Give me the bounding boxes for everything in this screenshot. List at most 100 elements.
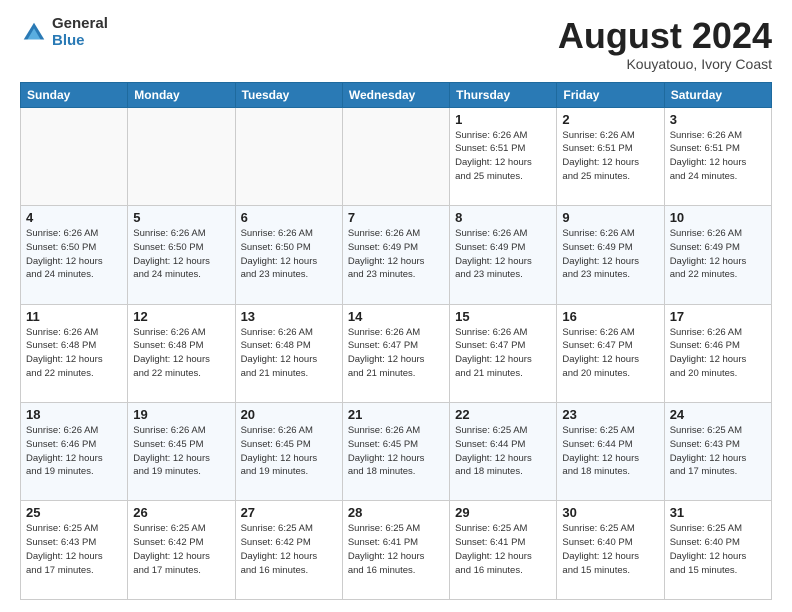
calendar-cell: 18 Sunrise: 6:26 AM Sunset: 6:46 PM Dayli… — [21, 403, 128, 501]
day-info: Sunrise: 6:25 AM Sunset: 6:40 PM Dayligh… — [670, 522, 766, 577]
calendar-cell: 10 Sunrise: 6:26 AM Sunset: 6:49 PM Dayli… — [664, 206, 771, 304]
day-number: 3 — [670, 112, 766, 127]
calendar-cell: 11Sunrise: 6:26 AM Sunset: 6:48 PM Dayli… — [21, 304, 128, 402]
day-number: 26 — [133, 505, 229, 520]
day-info: Sunrise: 6:25 AM Sunset: 6:44 PM Dayligh… — [562, 424, 658, 479]
day-info: Sunrise: 6:25 AM Sunset: 6:41 PM Dayligh… — [455, 522, 551, 577]
day-number: 1 — [455, 112, 551, 127]
day-info: Sunrise: 6:26 AM Sunset: 6:51 PM Dayligh… — [455, 129, 551, 184]
day-number: 18 — [26, 407, 122, 422]
day-number: 9 — [562, 210, 658, 225]
col-thursday: Thursday — [450, 82, 557, 107]
calendar-cell: 13Sunrise: 6:26 AM Sunset: 6:48 PM Dayli… — [235, 304, 342, 402]
day-info: Sunrise: 6:26 AM Sunset: 6:47 PM Dayligh… — [348, 326, 444, 381]
day-number: 25 — [26, 505, 122, 520]
calendar-cell: 14 Sunrise: 6:26 AM Sunset: 6:47 PM Dayli… — [342, 304, 449, 402]
logo-general: General — [52, 16, 108, 33]
day-number: 12 — [133, 309, 229, 324]
calendar-cell: 4 Sunrise: 6:26 AM Sunset: 6:50 PM Daylig… — [21, 206, 128, 304]
day-info: Sunrise: 6:26 AM Sunset: 6:45 PM Dayligh… — [133, 424, 229, 479]
col-wednesday: Wednesday — [342, 82, 449, 107]
day-info: Sunrise: 6:25 AM Sunset: 6:42 PM Dayligh… — [241, 522, 337, 577]
day-number: 6 — [241, 210, 337, 225]
calendar-week-2: 4 Sunrise: 6:26 AM Sunset: 6:50 PM Daylig… — [21, 206, 772, 304]
day-info: Sunrise: 6:26 AM Sunset: 6:49 PM Dayligh… — [670, 227, 766, 282]
day-info: Sunrise: 6:26 AM Sunset: 6:50 PM Dayligh… — [26, 227, 122, 282]
day-number: 16 — [562, 309, 658, 324]
day-info: Sunrise: 6:26 AM Sunset: 6:46 PM Dayligh… — [26, 424, 122, 479]
day-number: 31 — [670, 505, 766, 520]
calendar-cell: 16 Sunrise: 6:26 AM Sunset: 6:47 PM Dayli… — [557, 304, 664, 402]
calendar-cell: 19 Sunrise: 6:26 AM Sunset: 6:45 PM Dayli… — [128, 403, 235, 501]
day-number: 19 — [133, 407, 229, 422]
logo-blue: Blue — [52, 33, 108, 50]
day-info: Sunrise: 6:26 AM Sunset: 6:47 PM Dayligh… — [562, 326, 658, 381]
day-info: Sunrise: 6:25 AM Sunset: 6:40 PM Dayligh… — [562, 522, 658, 577]
day-number: 21 — [348, 407, 444, 422]
day-info: Sunrise: 6:26 AM Sunset: 6:45 PM Dayligh… — [348, 424, 444, 479]
calendar-cell: 25Sunrise: 6:25 AM Sunset: 6:43 PM Dayli… — [21, 501, 128, 600]
day-info: Sunrise: 6:26 AM Sunset: 6:50 PM Dayligh… — [133, 227, 229, 282]
day-info: Sunrise: 6:25 AM Sunset: 6:41 PM Dayligh… — [348, 522, 444, 577]
day-number: 8 — [455, 210, 551, 225]
day-info: Sunrise: 6:26 AM Sunset: 6:51 PM Dayligh… — [670, 129, 766, 184]
day-number: 30 — [562, 505, 658, 520]
page: General Blue August 2024 Kouyatouo, Ivor… — [0, 0, 792, 612]
col-friday: Friday — [557, 82, 664, 107]
calendar-cell — [342, 107, 449, 205]
day-info: Sunrise: 6:26 AM Sunset: 6:47 PM Dayligh… — [455, 326, 551, 381]
day-info: Sunrise: 6:25 AM Sunset: 6:43 PM Dayligh… — [670, 424, 766, 479]
day-number: 20 — [241, 407, 337, 422]
day-number: 5 — [133, 210, 229, 225]
day-number: 23 — [562, 407, 658, 422]
month-title: August 2024 — [558, 16, 772, 56]
calendar-cell: 15 Sunrise: 6:26 AM Sunset: 6:47 PM Dayli… — [450, 304, 557, 402]
calendar-cell: 21 Sunrise: 6:26 AM Sunset: 6:45 PM Dayli… — [342, 403, 449, 501]
calendar-cell: 9 Sunrise: 6:26 AM Sunset: 6:49 PM Daylig… — [557, 206, 664, 304]
day-number: 15 — [455, 309, 551, 324]
day-number: 13 — [241, 309, 337, 324]
calendar-cell: 12 Sunrise: 6:26 AM Sunset: 6:48 PM Dayli… — [128, 304, 235, 402]
day-info: Sunrise: 6:26 AM Sunset: 6:51 PM Dayligh… — [562, 129, 658, 184]
day-info: Sunrise: 6:26 AM Sunset: 6:45 PM Dayligh… — [241, 424, 337, 479]
calendar-cell — [128, 107, 235, 205]
day-number: 7 — [348, 210, 444, 225]
day-number: 27 — [241, 505, 337, 520]
calendar-week-1: 1 Sunrise: 6:26 AM Sunset: 6:51 PM Daylig… — [21, 107, 772, 205]
calendar-week-5: 25Sunrise: 6:25 AM Sunset: 6:43 PM Dayli… — [21, 501, 772, 600]
day-number: 24 — [670, 407, 766, 422]
col-monday: Monday — [128, 82, 235, 107]
day-number: 28 — [348, 505, 444, 520]
calendar-cell: 2 Sunrise: 6:26 AM Sunset: 6:51 PM Daylig… — [557, 107, 664, 205]
calendar-week-3: 11 Sunrise: 6:26 AM Sunset: 6:48 PM Dayli… — [21, 304, 772, 402]
col-tuesday: Tuesday — [235, 82, 342, 107]
calendar-cell: 22Sunrise: 6:25 AM Sunset: 6:44 PM Dayli… — [450, 403, 557, 501]
calendar-cell — [235, 107, 342, 205]
title-block: August 2024 Kouyatouo, Ivory Coast — [558, 16, 772, 72]
logo: General Blue — [20, 16, 108, 49]
day-info: Sunrise: 6:26 AM Sunset: 6:50 PM Dayligh… — [241, 227, 337, 282]
day-info: Sunrise: 6:26 AM Sunset: 6:49 PM Dayligh… — [562, 227, 658, 282]
day-number: 11 — [26, 309, 122, 324]
day-number: 10 — [670, 210, 766, 225]
calendar-cell: 3 Sunrise: 6:26 AM Sunset: 6:51 PM Daylig… — [664, 107, 771, 205]
calendar-cell: 29Sunrise: 6:25 AM Sunset: 6:41 PM Dayli… — [450, 501, 557, 600]
calendar-body: 1 Sunrise: 6:26 AM Sunset: 6:51 PM Daylig… — [21, 107, 772, 599]
logo-icon — [20, 19, 48, 47]
day-number: 2 — [562, 112, 658, 127]
col-sunday: Sunday — [21, 82, 128, 107]
day-info: Sunrise: 6:26 AM Sunset: 6:48 PM Dayligh… — [133, 326, 229, 381]
calendar-cell: 17Sunrise: 6:26 AM Sunset: 6:46 PM Dayli… — [664, 304, 771, 402]
day-info: Sunrise: 6:25 AM Sunset: 6:42 PM Dayligh… — [133, 522, 229, 577]
calendar-cell: 24 Sunrise: 6:25 AM Sunset: 6:43 PM Dayli… — [664, 403, 771, 501]
day-number: 14 — [348, 309, 444, 324]
calendar-week-4: 18 Sunrise: 6:26 AM Sunset: 6:46 PM Dayli… — [21, 403, 772, 501]
calendar-cell: 5 Sunrise: 6:26 AM Sunset: 6:50 PM Daylig… — [128, 206, 235, 304]
day-info: Sunrise: 6:26 AM Sunset: 6:46 PM Dayligh… — [670, 326, 766, 381]
calendar-cell — [21, 107, 128, 205]
day-number: 4 — [26, 210, 122, 225]
calendar-cell: 28 Sunrise: 6:25 AM Sunset: 6:41 PM Dayli… — [342, 501, 449, 600]
calendar-cell: 27 Sunrise: 6:25 AM Sunset: 6:42 PM Dayli… — [235, 501, 342, 600]
calendar-cell: 23 Sunrise: 6:25 AM Sunset: 6:44 PM Dayli… — [557, 403, 664, 501]
calendar-cell: 31 Sunrise: 6:25 AM Sunset: 6:40 PM Dayli… — [664, 501, 771, 600]
